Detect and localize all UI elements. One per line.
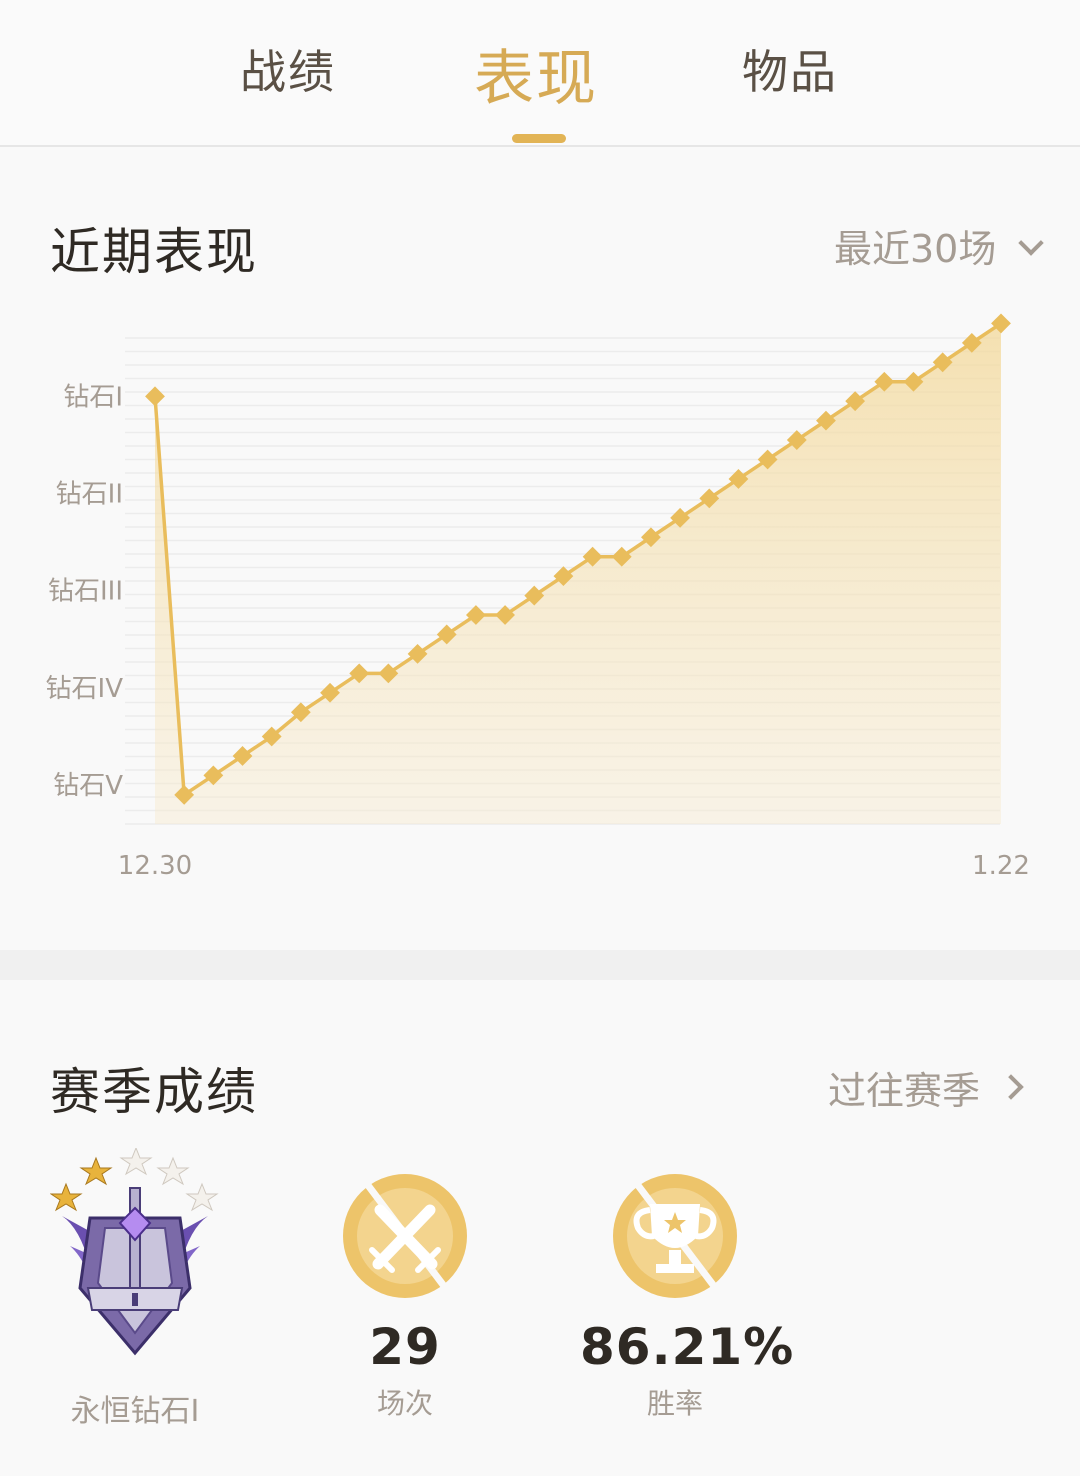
games-stat-icon-wrap xyxy=(338,1164,472,1305)
winrate-value: 86.21% xyxy=(580,1318,795,1376)
y-tick-label: 钻石V xyxy=(53,771,123,801)
diamond-rank-badge-icon xyxy=(49,1146,219,1356)
past-seasons-link[interactable]: 过往赛季 xyxy=(828,1060,1024,1115)
chevron-right-icon xyxy=(998,1074,1024,1100)
recent-performance-title: 近期表现 xyxy=(50,223,258,281)
y-tick-label: 钻石IV xyxy=(46,674,124,704)
section-divider xyxy=(0,950,1080,980)
rank-trend-chart: 钻石I 钻石II 钻石III 钻石IV 钻石V 12.30 1.22 xyxy=(46,313,1030,881)
crossed-swords-icon xyxy=(343,1169,467,1305)
trophy-icon xyxy=(613,1169,737,1305)
tab-record[interactable]: 战绩 xyxy=(240,36,336,102)
rank-name: 永恒钻石I xyxy=(70,1394,200,1429)
y-tick-label: 钻石II xyxy=(56,480,123,510)
chart-area-fill xyxy=(155,323,1001,824)
active-tab-indicator xyxy=(512,134,566,143)
past-seasons-label: 过往赛季 xyxy=(828,1069,981,1113)
season-results-title: 赛季成绩 xyxy=(50,1063,258,1121)
x-tick-label: 12.30 xyxy=(118,851,192,881)
y-tick-label: 钻石III xyxy=(48,577,123,607)
tab-performance[interactable]: 表现 xyxy=(474,30,598,117)
games-stat: 29 场次 xyxy=(330,1318,480,1422)
winrate-stat-icon-wrap xyxy=(608,1164,742,1305)
winrate-stat: 86.21% 胜率 xyxy=(580,1318,795,1422)
chart-point xyxy=(145,386,165,407)
winrate-label: 胜率 xyxy=(646,1387,703,1420)
recent-filter-dropdown[interactable]: 最近30场 xyxy=(834,218,1045,273)
games-value: 29 xyxy=(369,1318,441,1376)
y-tick-label: 钻石I xyxy=(63,382,123,412)
chevron-down-icon xyxy=(1018,230,1045,256)
recent-filter-label: 最近30场 xyxy=(834,227,997,271)
tab-bar: 战绩 表现 物品 xyxy=(0,0,1080,147)
rank-badge[interactable] xyxy=(49,1146,220,1363)
tab-items[interactable]: 物品 xyxy=(742,36,838,102)
x-tick-label: 1.22 xyxy=(972,851,1030,881)
games-label: 场次 xyxy=(376,1387,433,1420)
